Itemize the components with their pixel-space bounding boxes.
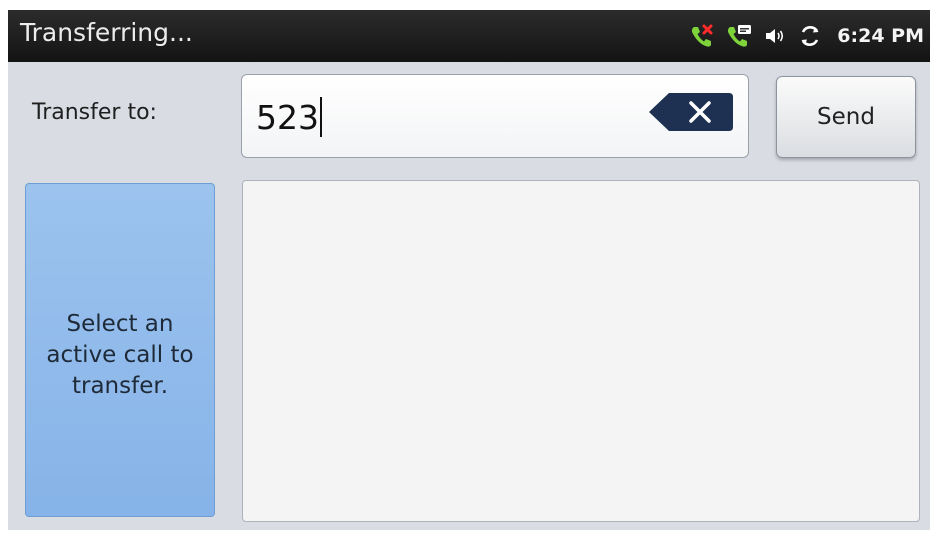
text-cursor xyxy=(320,97,322,137)
select-call-message: Select an active call to transfer. xyxy=(46,310,194,399)
status-clock: 6:24 PM xyxy=(837,25,924,47)
status-bar: Transferring... 6:24 PM xyxy=(8,10,930,62)
missed-call-icon xyxy=(689,23,715,49)
transfer-to-label: Transfer to: xyxy=(32,100,157,125)
number-text: 523 xyxy=(256,97,319,137)
active-call-list[interactable] xyxy=(242,180,920,522)
phone-screen: Transferring... 6:24 PM Transfer to: 523… xyxy=(8,10,930,530)
status-icons: 6:24 PM xyxy=(689,10,930,62)
status-title: Transferring... xyxy=(20,18,193,47)
send-button[interactable]: Send xyxy=(776,76,916,158)
clear-button[interactable] xyxy=(647,91,735,133)
backspace-clear-icon xyxy=(649,93,733,131)
select-active-call-panel[interactable]: Select an active call to transfer. xyxy=(25,183,215,517)
transfer-number-input[interactable]: 523 xyxy=(241,74,749,158)
volume-icon xyxy=(763,24,787,48)
voicemail-icon xyxy=(725,23,753,49)
sync-icon xyxy=(797,23,823,49)
transfer-number-value[interactable]: 523 xyxy=(256,97,322,137)
